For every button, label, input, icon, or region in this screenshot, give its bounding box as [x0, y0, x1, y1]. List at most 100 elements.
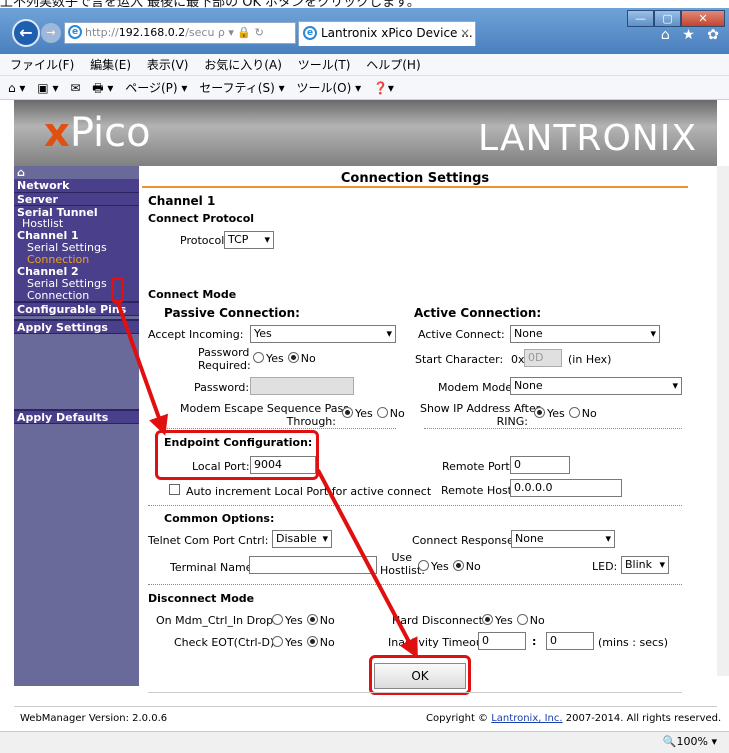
tools-menu[interactable]: ツール(O) ▾: [296, 81, 361, 95]
menu-file[interactable]: ファイル(F): [10, 58, 74, 72]
show-ip-label: Show IP Address After RING:: [420, 402, 541, 428]
maximize-button[interactable]: ▢: [654, 10, 681, 27]
modem-escape-yes-radio[interactable]: [342, 407, 353, 418]
use-hostlist-label: Use Hostlist:: [380, 551, 425, 577]
sidebar-item-hostlist[interactable]: Hostlist: [14, 217, 139, 230]
modem-mode-select[interactable]: None: [510, 377, 682, 395]
sidebar-item-serial-tunnel[interactable]: Serial Tunnel: [14, 205, 139, 219]
sidebar-item-ch1-connection[interactable]: Connection: [14, 253, 139, 266]
menu-favorites[interactable]: お気に入り(A): [204, 58, 282, 72]
active-divider: [424, 428, 682, 429]
check-eot-radios: Yes No: [268, 636, 335, 649]
mail-icon[interactable]: ✉: [70, 81, 80, 95]
remote-host-label: Remote Host:: [441, 484, 516, 497]
auto-increment-checkbox[interactable]: [169, 484, 180, 495]
tab-ie-icon: e: [303, 26, 317, 40]
tab-close-icon[interactable]: ×: [460, 26, 470, 40]
connect-mode-heading: Connect Mode: [148, 288, 237, 301]
mdm-ctrl-yes-radio[interactable]: [272, 614, 283, 625]
command-bar: ⌂ ▾ ▣ ▾ ✉ 🖶 ▾ ページ(P) ▾ セーフティ(S) ▾ ツール(O)…: [0, 76, 729, 100]
start-character-input[interactable]: 0D: [524, 349, 562, 367]
show-ip-yes-radio[interactable]: [534, 407, 545, 418]
close-window-button[interactable]: ✕: [681, 10, 725, 27]
disconnect-mode-heading: Disconnect Mode: [148, 592, 255, 605]
sidebar-item-network[interactable]: Network: [14, 179, 139, 192]
sidebar-nav: ⌂ Network Server Serial Tunnel Hostlist …: [14, 166, 139, 686]
address-bar[interactable]: http://192.168.0.2/secu ρ ▾ 🔒 ↻: [64, 22, 296, 44]
url-host: 192.168.0.2: [118, 26, 186, 39]
remote-host-input[interactable]: 0.0.0.0: [510, 479, 622, 497]
address-bar-icons[interactable]: ρ ▾ 🔒 ↻: [218, 26, 264, 39]
inactivity-separator: :: [532, 635, 537, 648]
zoom-level[interactable]: 🔍100% ▾: [663, 732, 717, 752]
active-connect-select[interactable]: None: [510, 325, 660, 343]
common-options-divider: [148, 584, 682, 585]
remote-port-label: Remote Port:: [442, 460, 514, 473]
sidebar-item-configurable-pins[interactable]: Configurable Pins: [14, 301, 139, 316]
led-label: LED:: [592, 560, 618, 573]
webmanager-version: WebManager Version: 2.0.0.6: [20, 713, 168, 724]
browser-tab[interactable]: Lantronix xPico Device ...: [298, 21, 476, 46]
status-bar: 🔍100% ▾: [0, 731, 729, 753]
remote-port-input[interactable]: 0: [510, 456, 570, 474]
sidebar-home-icon[interactable]: ⌂: [14, 166, 139, 179]
vertical-scrollbar[interactable]: [717, 166, 729, 676]
use-hostlist-no-radio[interactable]: [452, 560, 464, 571]
url-scheme: http://: [85, 26, 119, 39]
home-favorites-settings-icons[interactable]: ⌂ ★ ✿: [661, 27, 723, 43]
back-button[interactable]: ←: [12, 19, 40, 47]
sidebar-item-channel2[interactable]: Channel 2: [14, 265, 139, 278]
bottom-divider: [148, 692, 682, 693]
modem-escape-radios: Yes No: [338, 407, 405, 420]
modem-escape-no-radio[interactable]: [376, 407, 388, 418]
safety-menu[interactable]: セーフティ(S) ▾: [199, 81, 284, 95]
sidebar-item-apply-settings[interactable]: Apply Settings: [14, 319, 139, 334]
modem-mode-label: Modem Mode:: [438, 381, 516, 394]
connect-response-select[interactable]: None: [511, 530, 615, 548]
menu-bar: ファイル(F) 編集(E) 表示(V) お気に入り(A) ツール(T) ヘルプ(…: [0, 54, 729, 76]
minimize-button[interactable]: —: [627, 10, 654, 27]
led-select[interactable]: Blink: [621, 556, 669, 574]
mdm-ctrl-no-radio[interactable]: [306, 614, 318, 625]
hard-disconnect-no-radio[interactable]: [516, 614, 528, 625]
terminal-name-input[interactable]: [249, 556, 377, 574]
check-eot-no-radio[interactable]: [306, 636, 318, 647]
start-character-hint: (in Hex): [568, 353, 612, 366]
sidebar-item-server[interactable]: Server: [14, 192, 139, 206]
common-options-heading: Common Options:: [164, 512, 275, 525]
sidebar-item-channel1[interactable]: Channel 1: [14, 229, 139, 242]
copyright: Copyright © Lantronix, Inc. 2007-2014. A…: [426, 713, 722, 724]
forward-button[interactable]: →: [41, 23, 61, 43]
menu-edit[interactable]: 編集(E): [90, 58, 131, 72]
help-icon[interactable]: ❓▾: [373, 81, 394, 95]
menu-tools[interactable]: ツール(T): [298, 58, 351, 72]
use-hostlist-yes-radio[interactable]: [418, 560, 429, 571]
hard-disconnect-yes-radio[interactable]: [482, 614, 493, 625]
page-footer: WebManager Version: 2.0.0.6 Copyright © …: [14, 706, 721, 730]
password-input[interactable]: [250, 377, 354, 395]
menu-help[interactable]: ヘルプ(H): [366, 58, 420, 72]
inactivity-minutes-input[interactable]: 0: [478, 632, 526, 650]
home-icon[interactable]: ⌂ ▾: [8, 81, 25, 95]
ok-highlight-box: [369, 655, 471, 695]
sidebar-item-apply-defaults[interactable]: Apply Defaults: [14, 409, 139, 424]
page-menu[interactable]: ページ(P) ▾: [125, 81, 187, 95]
menu-view[interactable]: 表示(V): [147, 58, 189, 72]
accept-incoming-select[interactable]: Yes: [250, 325, 396, 343]
feeds-icon[interactable]: ▣ ▾: [37, 81, 58, 95]
lantronix-link[interactable]: Lantronix, Inc.: [491, 713, 562, 724]
active-connect-label: Active Connect:: [418, 328, 505, 341]
protocol-select[interactable]: TCP: [224, 231, 274, 249]
print-icon[interactable]: 🖶 ▾: [92, 81, 113, 95]
password-required-no-radio[interactable]: [287, 352, 299, 363]
endpoint-highlight-box: [155, 430, 319, 480]
mdm-ctrl-radios: Yes No: [268, 614, 335, 627]
inactivity-seconds-input[interactable]: 0: [546, 632, 594, 650]
use-hostlist-radios: Yes No: [414, 560, 481, 573]
sidebar-item-ch1-serial-settings[interactable]: Serial Settings: [14, 241, 139, 254]
password-required-yes-radio[interactable]: [253, 352, 264, 363]
xpico-logo: xPico: [44, 110, 151, 156]
show-ip-no-radio[interactable]: [568, 407, 580, 418]
telnet-com-port-select[interactable]: Disable: [272, 530, 332, 548]
check-eot-yes-radio[interactable]: [272, 636, 283, 647]
